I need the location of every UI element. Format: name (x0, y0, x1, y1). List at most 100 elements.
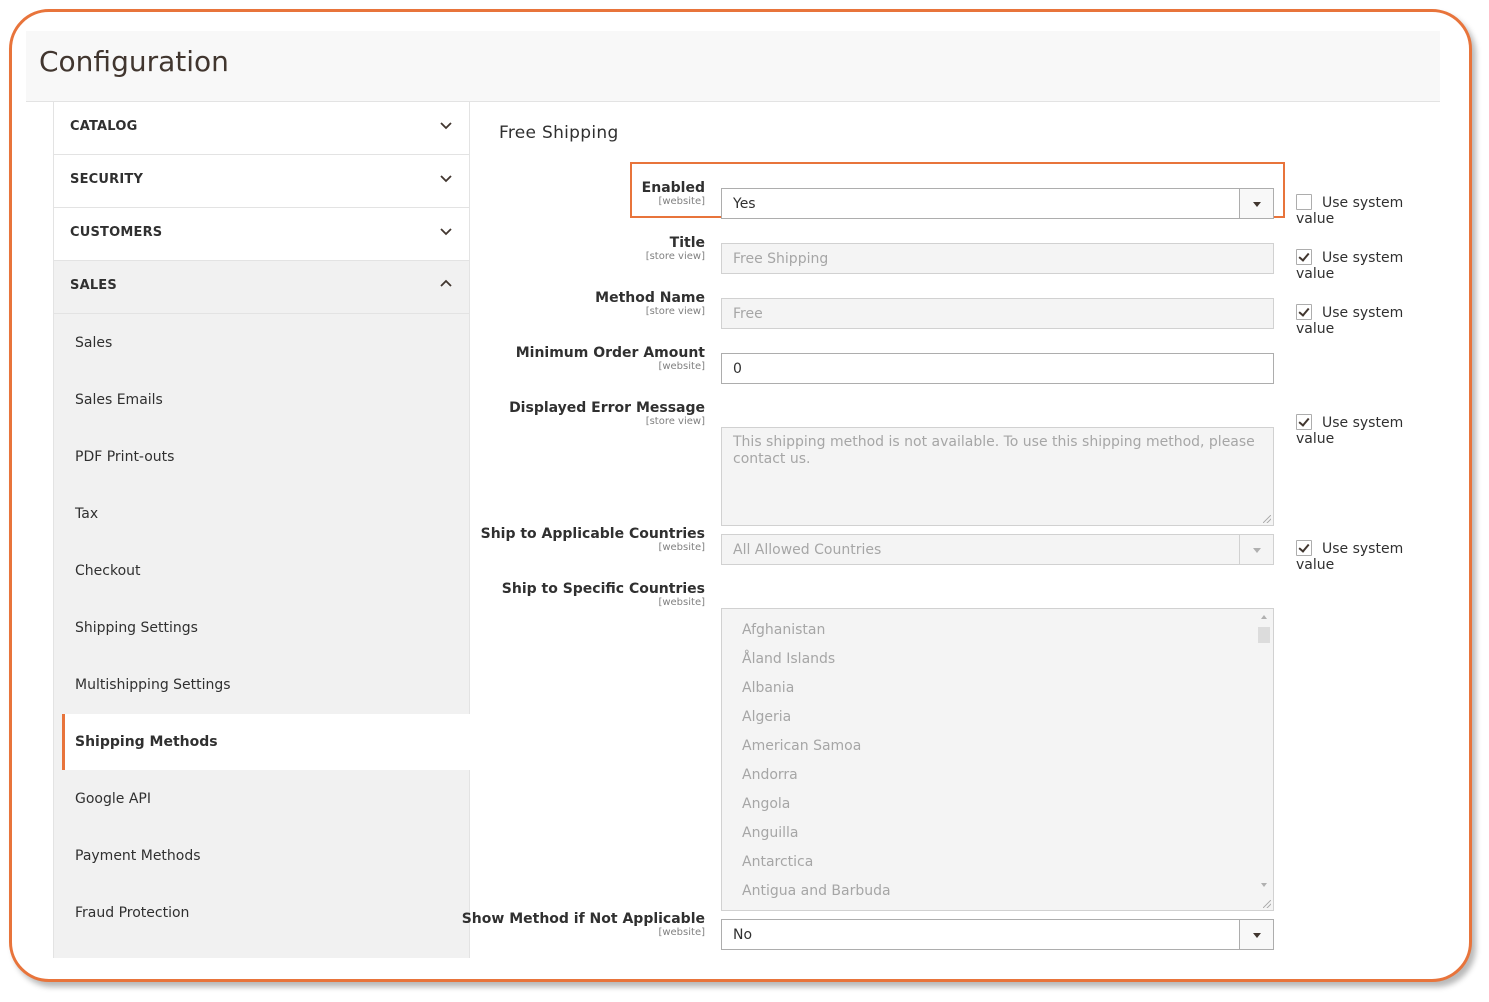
sidebar-item-fraud-protection[interactable]: Fraud Protection (54, 885, 469, 942)
field-label: Title (669, 235, 705, 251)
sidebar-item-shipping-settings[interactable]: Shipping Settings (54, 600, 469, 657)
sidebar-item-tax[interactable]: Tax (54, 486, 469, 543)
country-option[interactable]: Angola (742, 796, 790, 812)
title-use-system-value[interactable]: Use system value (1296, 249, 1440, 282)
country-option[interactable]: Albania (742, 680, 794, 696)
country-option[interactable]: American Samoa (742, 738, 861, 754)
field-scope: [website] (658, 597, 705, 608)
field-label: Displayed Error Message (509, 400, 705, 416)
sidebar-item-sales[interactable]: Sales (54, 315, 469, 372)
section-label: SALES (70, 278, 117, 293)
scroll-up-icon[interactable] (1261, 615, 1267, 619)
section-catalog[interactable]: CATALOG (54, 102, 469, 155)
enabled-select[interactable]: Yes (721, 188, 1274, 219)
use-system-value-label: Use system value (1296, 305, 1404, 337)
select-value: All Allowed Countries (733, 542, 882, 558)
sidebar-item-label: Sales Emails (75, 392, 163, 408)
method-name-input[interactable]: Free (721, 298, 1274, 329)
resize-grip-icon[interactable] (1263, 900, 1271, 908)
textarea-value: This shipping method is not available. T… (733, 434, 1255, 467)
select-arrow-icon (1239, 535, 1273, 564)
sidebar-item-label: Checkout (75, 563, 141, 579)
sidebar-item-label: Google API (75, 791, 151, 807)
sidebar-item-multishipping-settings[interactable]: Multishipping Settings (54, 657, 469, 714)
country-option[interactable]: Åland Islands (742, 651, 835, 667)
input-value: 0 (733, 361, 742, 377)
sidebar-item-payment-methods[interactable]: Payment Methods (54, 828, 469, 885)
country-option[interactable]: Antigua and Barbuda (742, 883, 891, 899)
method-name-label: Method Name [store view] (595, 290, 705, 317)
input-value: Free Shipping (733, 251, 829, 267)
sidebar-item-label: Fraud Protection (75, 905, 190, 921)
section-security[interactable]: SECURITY (54, 155, 469, 208)
scrollbar-thumb[interactable] (1258, 627, 1270, 643)
select-arrow-icon (1239, 920, 1273, 949)
sidebar-item-checkout[interactable]: Checkout (54, 543, 469, 600)
sidebar-item-label: Multishipping Settings (75, 677, 231, 693)
field-scope: [website] (658, 361, 705, 372)
input-value: Free (733, 306, 763, 322)
country-option[interactable]: Algeria (742, 709, 791, 725)
sidebar-item-pdf-printouts[interactable]: PDF Print-outs (54, 429, 469, 486)
field-label: Minimum Order Amount (515, 345, 705, 361)
section-customers[interactable]: CUSTOMERS (54, 208, 469, 261)
enabled-use-system-value[interactable]: Use system value (1296, 194, 1440, 227)
section-title: Free Shipping (499, 123, 619, 143)
applicable-countries-use-system-value[interactable]: Use system value (1296, 540, 1440, 573)
checkbox-checked-icon[interactable] (1296, 414, 1312, 430)
country-option[interactable]: Afghanistan (742, 622, 825, 638)
error-message-label: Displayed Error Message [store view] (509, 400, 705, 427)
sidebar-item-label: Shipping Settings (75, 620, 198, 636)
field-label: Method Name (595, 290, 705, 306)
title-input[interactable]: Free Shipping (721, 243, 1274, 274)
section-sales[interactable]: SALES (54, 261, 469, 314)
config-sidebar: CATALOG SECURITY CUSTOMERS SALES Sales S… (53, 102, 472, 958)
specific-countries-multiselect[interactable]: Afghanistan Åland Islands Albania Algeri… (721, 608, 1274, 911)
show-method-label: Show Method if Not Applicable [website] (462, 911, 705, 938)
country-option[interactable]: Antarctica (742, 854, 813, 870)
scroll-down-icon[interactable] (1261, 883, 1267, 887)
title-label: Title [store view] (646, 235, 705, 262)
sidebar-item-label: Shipping Methods (75, 734, 218, 750)
use-system-value-label: Use system value (1296, 541, 1404, 573)
field-scope: [store view] (645, 251, 705, 262)
chevron-up-icon (440, 279, 452, 287)
min-order-label: Minimum Order Amount [website] (516, 345, 705, 372)
applicable-countries-label: Ship to Applicable Countries [website] (481, 526, 705, 553)
method-name-use-system-value[interactable]: Use system value (1296, 304, 1440, 337)
country-option[interactable]: Andorra (742, 767, 798, 783)
sidebar-item-shipping-methods[interactable]: Shipping Methods (62, 714, 472, 770)
use-system-value-label: Use system value (1296, 250, 1404, 282)
sidebar-item-sales-emails[interactable]: Sales Emails (54, 372, 469, 429)
checkbox-checked-icon[interactable] (1296, 304, 1312, 320)
field-scope: [store view] (645, 416, 705, 427)
page-header: Configuration (26, 31, 1440, 102)
show-method-select[interactable]: No (721, 919, 1274, 950)
sidebar-item-label: Sales (75, 335, 113, 351)
admin-page: Configuration CATALOG SECURITY CUSTOMERS… (26, 31, 1440, 976)
field-label: Ship to Applicable Countries (480, 526, 705, 542)
applicable-countries-select[interactable]: All Allowed Countries (721, 534, 1274, 565)
use-system-value-label: Use system value (1296, 415, 1404, 447)
field-scope: [store view] (645, 306, 705, 317)
country-option[interactable]: Anguilla (742, 825, 798, 841)
sidebar-item-label: Tax (75, 506, 99, 522)
error-message-textarea[interactable]: This shipping method is not available. T… (721, 427, 1274, 526)
field-label: Enabled (641, 180, 705, 196)
checkbox-checked-icon[interactable] (1296, 540, 1312, 556)
field-scope: [website] (658, 927, 705, 938)
field-label: Ship to Specific Countries (501, 581, 705, 597)
error-message-use-system-value[interactable]: Use system value (1296, 414, 1440, 447)
resize-grip-icon[interactable] (1263, 515, 1271, 523)
specific-countries-label: Ship to Specific Countries [website] (502, 581, 705, 608)
checkbox-unchecked-icon[interactable] (1296, 194, 1312, 210)
min-order-input[interactable]: 0 (721, 353, 1274, 384)
section-label: CATALOG (70, 119, 138, 134)
select-value: Yes (733, 196, 756, 212)
section-label: CUSTOMERS (70, 225, 163, 240)
checkbox-checked-icon[interactable] (1296, 249, 1312, 265)
use-system-value-label: Use system value (1296, 195, 1404, 227)
sidebar-item-google-api[interactable]: Google API (54, 771, 469, 828)
section-label: SECURITY (70, 172, 144, 187)
vertical-scrollbar[interactable] (1257, 611, 1271, 891)
